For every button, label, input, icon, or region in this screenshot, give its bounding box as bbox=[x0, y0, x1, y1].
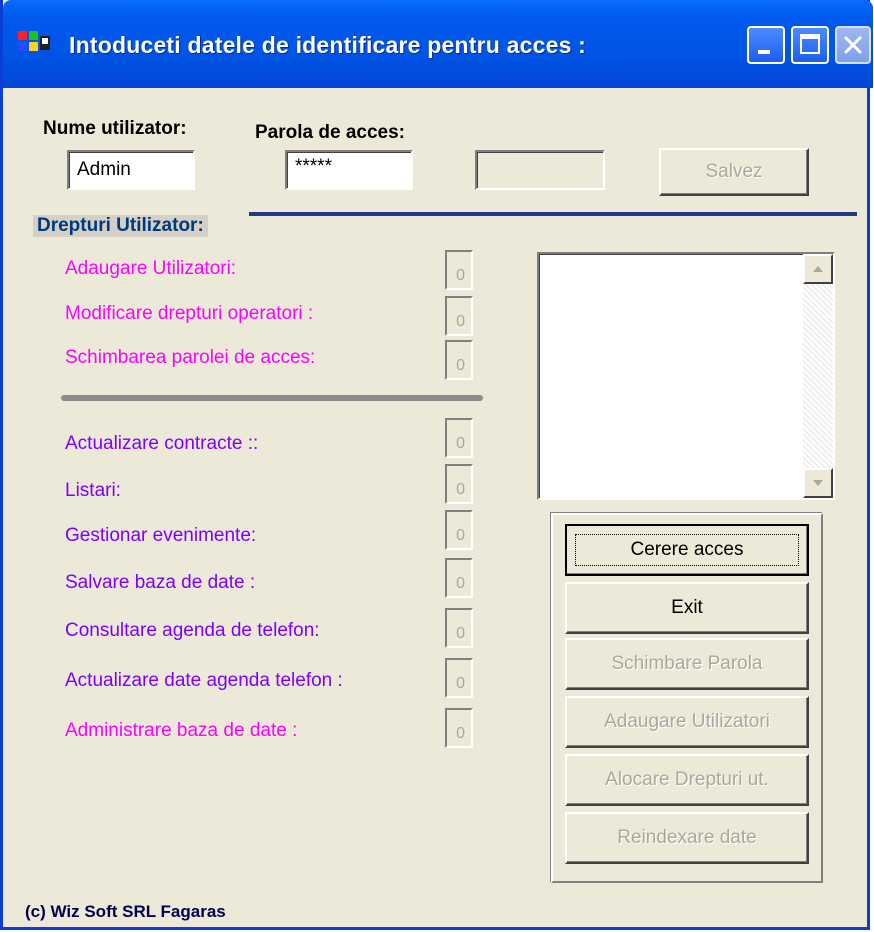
perm-label-salvare-baza: Salvare baza de date : bbox=[65, 572, 256, 593]
perm-value-listari[interactable]: 0 bbox=[445, 464, 473, 504]
perm-label-gestionar-evenimente: Gestionar evenimente: bbox=[65, 525, 257, 546]
password-input[interactable]: ***** bbox=[285, 150, 413, 190]
maximize-icon bbox=[800, 34, 820, 54]
perm-value-modificare-drepturi[interactable]: 0 bbox=[445, 296, 473, 336]
title-bar[interactable]: Intoduceti datele de identificare pentru… bbox=[3, 0, 873, 88]
perm-label-schimbarea-parolei: Schimbarea parolei de acces: bbox=[65, 347, 316, 368]
minimize-icon bbox=[758, 50, 770, 54]
reindexare-date-button[interactable]: Reindexare date bbox=[565, 812, 809, 864]
username-label: Nume utilizator: bbox=[43, 118, 187, 139]
extra-input[interactable] bbox=[475, 150, 605, 190]
users-listbox[interactable] bbox=[537, 252, 835, 500]
section-divider-line bbox=[249, 212, 857, 216]
adaugare-utilizatori-label: Adaugare Utilizatori bbox=[604, 711, 770, 732]
password-label: Parola de acces: bbox=[255, 122, 405, 143]
scroll-up-button[interactable] bbox=[803, 254, 833, 284]
window-title: Intoduceti datele de identificare pentru… bbox=[69, 32, 587, 58]
username-input[interactable]: Admin bbox=[67, 150, 195, 190]
perm-label-listari: Listari: bbox=[65, 480, 121, 501]
save-button[interactable]: Salvez bbox=[659, 148, 809, 196]
login-dialog-window: Intoduceti datele de identificare pentru… bbox=[0, 0, 873, 930]
reindexare-date-label: Reindexare date bbox=[617, 827, 757, 848]
minimize-button[interactable] bbox=[747, 26, 785, 64]
maximize-button[interactable] bbox=[791, 26, 829, 64]
scroll-down-button[interactable] bbox=[803, 468, 833, 498]
perm-value-schimbarea-parolei[interactable]: 0 bbox=[445, 340, 473, 380]
perm-value-consultare-agenda[interactable]: 0 bbox=[445, 608, 473, 648]
cerere-acces-label: Cerere acces bbox=[630, 539, 744, 560]
perm-label-actualizare-contracte: Actualizare contracte :: bbox=[65, 433, 259, 454]
group-divider bbox=[61, 395, 483, 401]
arrow-up-icon bbox=[813, 266, 823, 272]
adaugare-utilizatori-button[interactable]: Adaugare Utilizatori bbox=[565, 696, 809, 748]
alocare-drepturi-label: Alocare Drepturi ut. bbox=[605, 769, 769, 790]
schimbare-parola-button[interactable]: Schimbare Parola bbox=[565, 638, 809, 690]
close-icon bbox=[843, 35, 863, 55]
exit-button[interactable]: Exit bbox=[565, 582, 809, 634]
arrow-down-icon bbox=[813, 480, 823, 486]
listbox-scrollbar[interactable] bbox=[803, 254, 833, 498]
rights-section-title: Drepturi Utilizator: bbox=[33, 215, 208, 237]
app-icon bbox=[18, 31, 50, 51]
alocare-drepturi-button[interactable]: Alocare Drepturi ut. bbox=[565, 754, 809, 806]
perm-value-adaugare-utilizatori[interactable]: 0 bbox=[445, 250, 473, 290]
perm-value-salvare-baza[interactable]: 0 bbox=[445, 558, 473, 598]
perm-value-actualizare-agenda[interactable]: 0 bbox=[445, 658, 473, 698]
perm-label-adaugare-utilizatori: Adaugare Utilizatori: bbox=[65, 258, 237, 279]
close-button[interactable] bbox=[835, 26, 871, 64]
perm-label-administrare-baza: Administrare baza de date : bbox=[65, 720, 298, 741]
exit-label: Exit bbox=[671, 597, 703, 618]
perm-value-administrare-baza[interactable]: 0 bbox=[445, 708, 473, 748]
perm-value-gestionar-evenimente[interactable]: 0 bbox=[445, 510, 473, 550]
schimbare-parola-label: Schimbare Parola bbox=[611, 653, 763, 674]
perm-label-modificare-drepturi: Modificare drepturi operatori : bbox=[65, 303, 314, 324]
perm-label-consultare-agenda: Consultare agenda de telefon: bbox=[65, 620, 320, 641]
perm-label-actualizare-agenda: Actualizare date agenda telefon : bbox=[65, 670, 343, 691]
save-button-label: Salvez bbox=[705, 161, 763, 182]
cerere-acces-button[interactable]: Cerere acces bbox=[565, 524, 809, 576]
perm-value-actualizare-contracte[interactable]: 0 bbox=[445, 418, 473, 458]
copyright-footer: (c) Wiz Soft SRL Fagaras bbox=[25, 902, 226, 921]
